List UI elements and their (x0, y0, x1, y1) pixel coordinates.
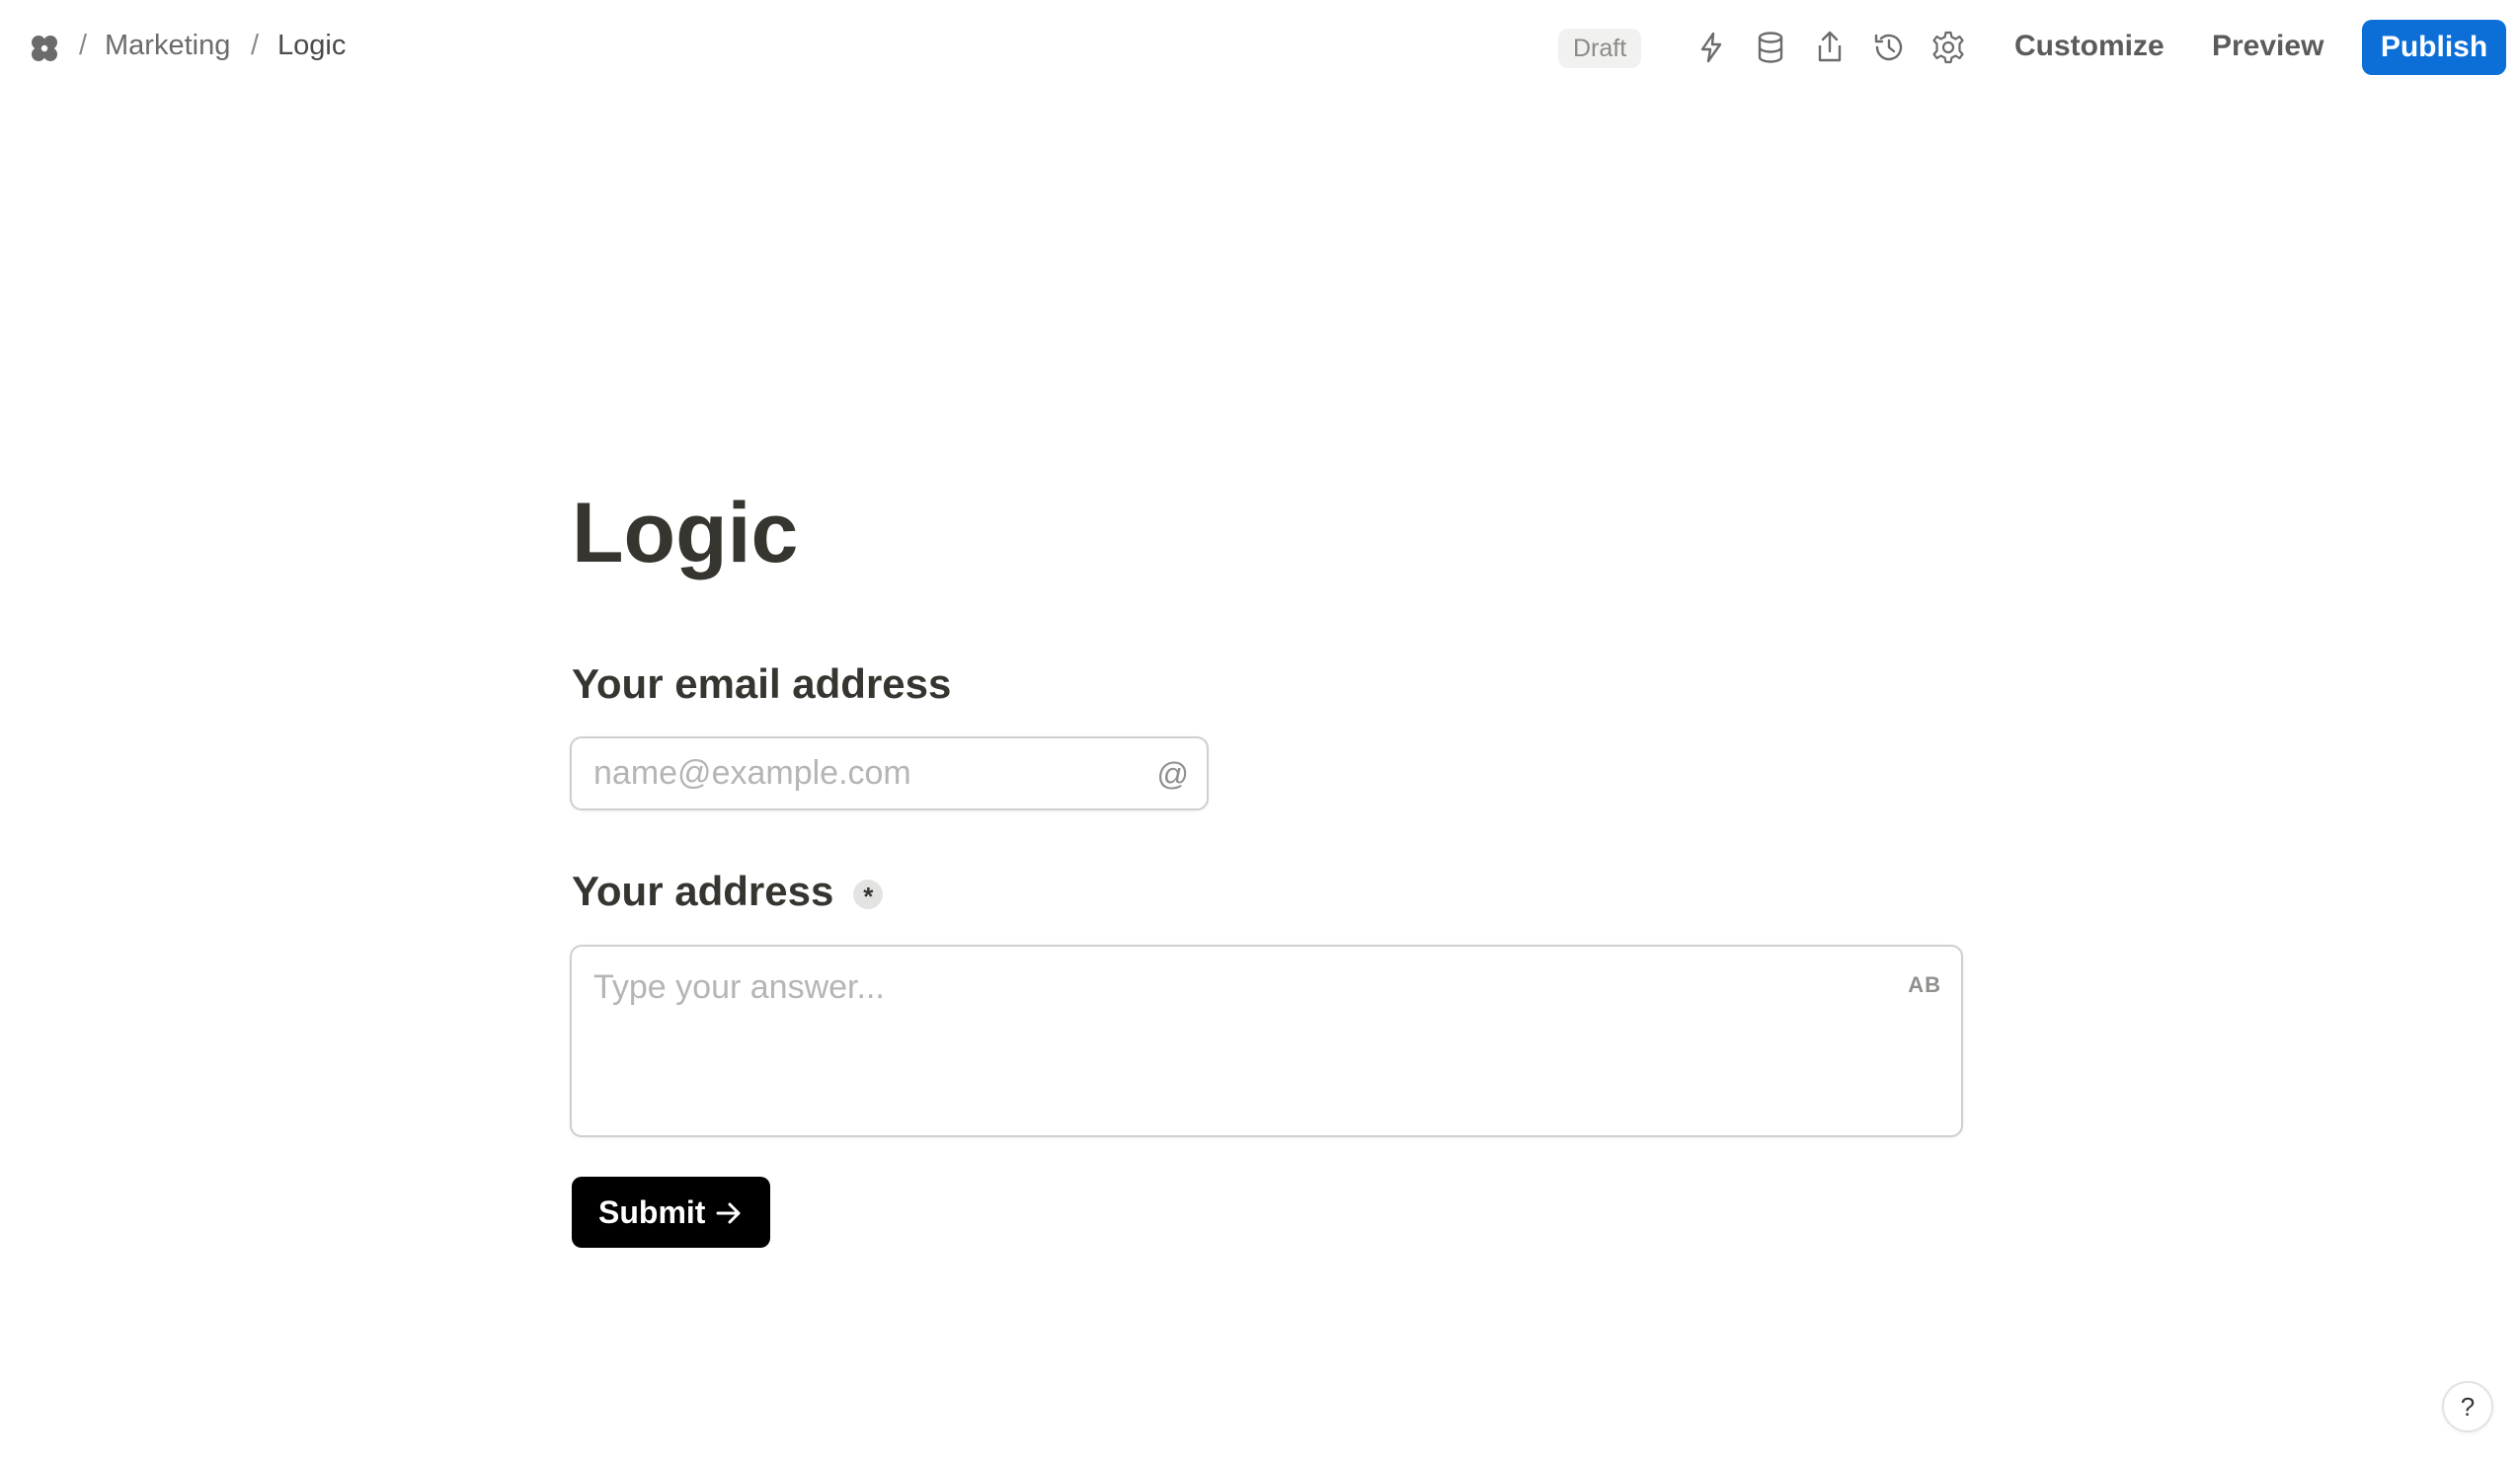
workspace-logo-icon[interactable] (27, 31, 62, 66)
preview-button[interactable]: Preview (2212, 30, 2323, 63)
customize-button[interactable]: Customize (2014, 30, 2165, 63)
breadcrumb-item-marketing[interactable]: Marketing (105, 30, 230, 62)
email-field[interactable]: @ (570, 736, 1209, 810)
publish-button[interactable]: Publish (2362, 20, 2506, 75)
submit-button[interactable]: Submit (572, 1177, 770, 1248)
at-sign-icon: @ (1156, 756, 1189, 792)
lightning-icon[interactable] (1692, 28, 1731, 67)
breadcrumb-item-current[interactable]: Logic (277, 30, 346, 62)
share-icon[interactable] (1810, 28, 1850, 67)
submit-button-label: Submit (598, 1194, 706, 1230)
top-bar: / Marketing / Logic Draft Customize Prev… (0, 0, 2520, 97)
address-textarea[interactable] (591, 966, 1875, 1124)
address-field[interactable]: AB (570, 945, 1963, 1137)
question-label-email-text: Your email address (572, 660, 952, 707)
email-input[interactable] (591, 738, 1144, 808)
arrow-right-icon (716, 1202, 741, 1224)
question-label-email: Your email address (572, 659, 951, 709)
history-icon[interactable] (1869, 28, 1909, 67)
settings-icon[interactable] (1929, 28, 1968, 67)
help-button[interactable]: ? (2442, 1381, 2493, 1432)
breadcrumb-separator: / (79, 30, 88, 61)
database-icon[interactable] (1751, 28, 1790, 67)
status-badge: Draft (1558, 29, 1642, 68)
question-label-address: Your address * (572, 867, 884, 916)
form-title: Logic (572, 486, 799, 580)
required-asterisk-icon: * (853, 879, 884, 911)
question-label-address-text: Your address (572, 868, 834, 914)
text-type-icon: AB (1908, 972, 1941, 997)
breadcrumb-separator: / (251, 30, 260, 61)
